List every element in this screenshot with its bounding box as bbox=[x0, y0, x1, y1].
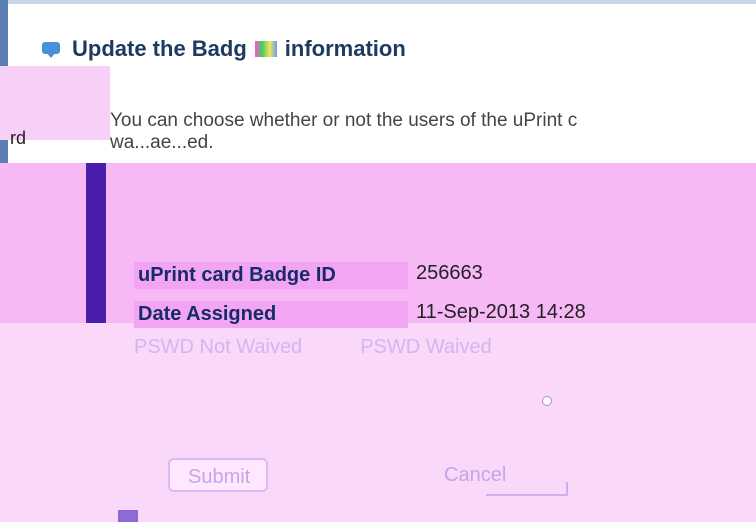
dialog-title: Update the Badg information bbox=[42, 36, 406, 62]
speech-bubble-icon bbox=[42, 40, 64, 58]
dialog-title-start: Update the Badg bbox=[72, 36, 247, 61]
date-assigned-value: 11-Sep-2013 14:28 bbox=[416, 301, 586, 323]
description-line1: You can choose whether or not the users … bbox=[110, 110, 578, 131]
waived-radio[interactable] bbox=[542, 396, 552, 406]
badge-id-value: 256663 bbox=[416, 262, 483, 284]
badge-id-label: uPrint card Badge ID bbox=[134, 262, 408, 289]
badge-id-row: uPrint card Badge ID 256663 bbox=[134, 262, 483, 289]
dialog-frame: Update the Badg information rd You can c… bbox=[0, 0, 756, 522]
side-fragment: rd bbox=[10, 128, 27, 148]
pswd-not-waived-label[interactable]: PSWD Not Waived bbox=[134, 336, 302, 359]
description-line2: wa...ae...ed. bbox=[110, 132, 214, 153]
description-text: You can choose whether or not the users … bbox=[110, 110, 756, 154]
pswd-waived-label[interactable]: PSWD Waived bbox=[360, 336, 492, 359]
cancel-underline bbox=[486, 482, 568, 496]
title-glitch bbox=[254, 41, 277, 57]
waiver-options: PSWD Not Waived PSWD Waived bbox=[134, 336, 492, 359]
date-assigned-row: Date Assigned 11-Sep-2013 14:28 bbox=[134, 301, 586, 328]
dialog-title-end: information bbox=[284, 36, 406, 61]
submit-button[interactable]: Submit bbox=[168, 458, 268, 492]
date-assigned-label: Date Assigned bbox=[134, 301, 408, 328]
top-border bbox=[0, 0, 756, 4]
accent-bar-bottom bbox=[118, 510, 138, 522]
